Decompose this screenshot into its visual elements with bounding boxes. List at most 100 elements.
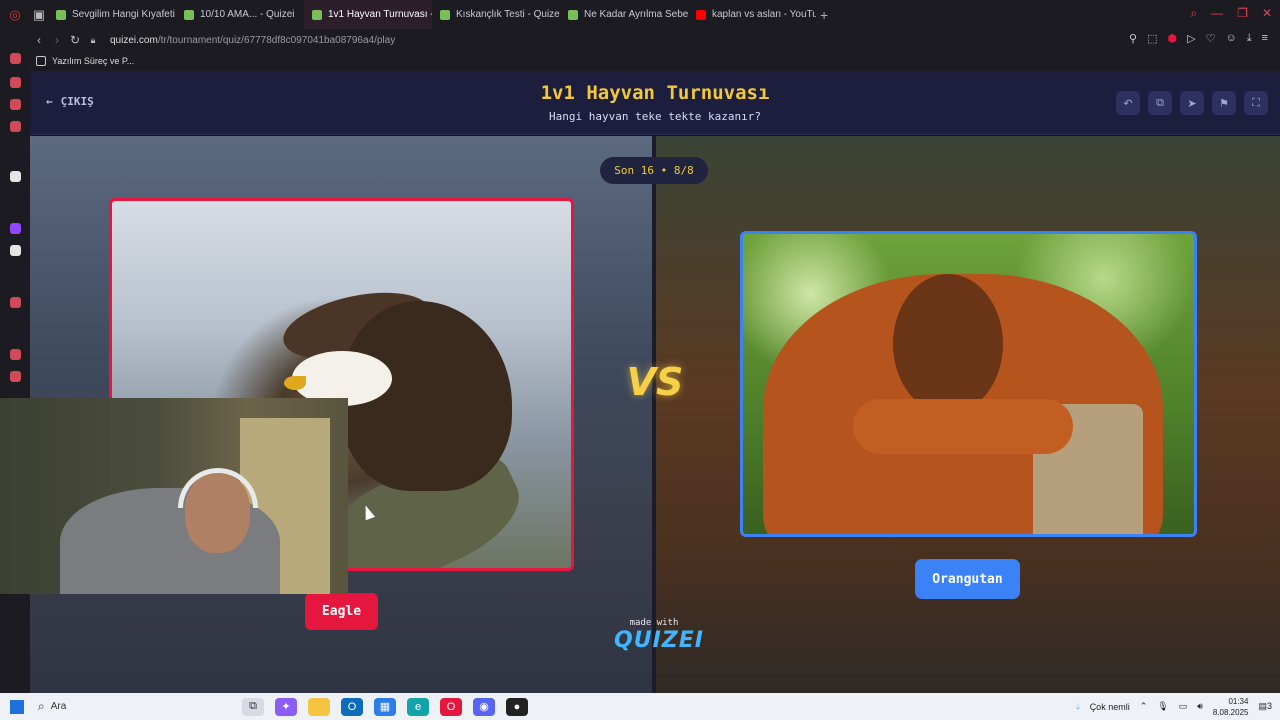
sidebar-clock-icon[interactable] — [10, 349, 21, 360]
bookmark-folder-icon — [36, 56, 46, 66]
reload-icon[interactable]: ↻ — [66, 33, 84, 47]
sidebar-aria-icon[interactable] — [10, 77, 21, 88]
tab-favicon-icon — [696, 9, 706, 20]
opera-menu-icon[interactable]: ◎ — [6, 6, 24, 24]
search-icon: ⌕ — [38, 699, 45, 713]
store-icon[interactable]: ▦ — [374, 697, 396, 716]
adblock-icon[interactable]: ⬢ — [1168, 32, 1178, 45]
tab-2-active[interactable]: 1v1 Hayvan Turnuvası - Q — [304, 0, 432, 29]
tab-0[interactable]: Sevgilim Hangi Kıyafeti D — [48, 0, 176, 29]
right-option-card[interactable] — [740, 231, 1197, 537]
app-icon[interactable]: ● — [506, 697, 528, 716]
close-icon[interactable]: ✕ — [1262, 6, 1272, 21]
browser-tab-bar: ◎ ▣ Sevgilim Hangi Kıyafeti D 10/10 AMA.… — [0, 0, 1280, 29]
tab-favicon-icon — [56, 9, 66, 20]
browser-toolbar: ⚲ ⬚ ⬢ ▷ ♡ ☺ ⤓ ≡ — [1129, 32, 1268, 45]
tab-3[interactable]: Kıskançlık Testi - Quizei — [432, 0, 560, 29]
search-tabs-icon[interactable]: ⌕ — [1190, 6, 1197, 21]
sidebar-player-icon[interactable] — [10, 297, 21, 308]
sidebar-extensions-icon[interactable] — [10, 371, 21, 382]
minimize-icon[interactable]: — — [1211, 6, 1223, 21]
new-tab-icon[interactable]: + — [820, 7, 828, 23]
quizei-logo: QUIZEI — [614, 628, 704, 653]
tab-4[interactable]: Ne Kadar Ayrılma Sebebi — [560, 0, 688, 29]
taskbar: ⌕ Ara ⧉ ✦ O ▦ e O ◉ ● 💧︎ Çok nemli ⌃ 🎙︎ … — [0, 693, 1280, 720]
search-placeholder: Ara — [50, 701, 67, 712]
profile-icon[interactable]: ☺ — [1225, 32, 1236, 45]
fullscreen-button[interactable]: ⛶ — [1244, 91, 1268, 115]
lock-icon: 🔒︎ — [90, 34, 96, 45]
bookmark-item[interactable]: Yazılım Süreç ve P... — [52, 56, 134, 66]
notifications-icon[interactable]: ▤3 — [1258, 701, 1272, 712]
copy-icon: ⧉ — [1156, 96, 1164, 109]
outlook-icon[interactable]: O — [341, 697, 363, 716]
weather-icon: 💧︎ — [1076, 701, 1080, 711]
window-controls: ⌕ — ❐ ✕ — [1190, 6, 1272, 21]
made-with-label: made with — [629, 618, 679, 628]
edge-icon[interactable]: e — [407, 697, 429, 716]
sidebar-messenger-icon[interactable] — [10, 99, 21, 110]
tab-label: Ne Kadar Ayrılma Sebebi — [584, 9, 688, 20]
orangutan-image-face — [893, 274, 1003, 414]
opera-icon[interactable]: O — [440, 697, 462, 716]
taskbar-search[interactable]: ⌕ Ara — [38, 699, 228, 714]
page-title: 1v1 Hayvan Turnuvası — [540, 82, 770, 104]
microphone-icon[interactable]: 🎙︎ — [1157, 701, 1168, 712]
choose-orangutan-button[interactable]: Orangutan — [915, 559, 1020, 599]
clock-time: 01:34 — [1228, 696, 1249, 706]
task-view-icon[interactable]: ⧉ — [242, 697, 264, 716]
pin-icon[interactable]: ⚲ — [1129, 32, 1137, 45]
vs-lightning-icon: VS — [626, 360, 684, 404]
download-icon[interactable]: ⤓ — [1247, 32, 1252, 45]
tab-favicon-icon — [312, 9, 322, 20]
eagle-image-beak — [284, 376, 306, 390]
sidebar-gmail-icon[interactable] — [10, 121, 21, 132]
made-with-badge[interactable]: made with QUIZEI — [614, 618, 704, 653]
discord-icon[interactable]: ◉ — [473, 697, 495, 716]
back-icon[interactable]: ‹ — [30, 33, 48, 47]
clock[interactable]: 01:34 8.08.2025 — [1213, 696, 1249, 718]
player-icon[interactable]: ▷ — [1187, 32, 1195, 45]
network-icon[interactable]: ▭ — [1179, 701, 1188, 712]
weather-label[interactable]: Çok nemli — [1090, 702, 1130, 712]
snapshot-icon[interactable]: ⬚ — [1147, 32, 1157, 45]
tab-favicon-icon — [184, 9, 194, 20]
webcam-overlay — [0, 398, 348, 594]
sidebar-twitch-icon[interactable] — [10, 223, 21, 234]
tab-label: 10/10 AMA... - Quizei — [200, 9, 295, 20]
heart-icon[interactable]: ♡ — [1206, 32, 1216, 45]
sidebar-history-icon[interactable] — [10, 53, 21, 64]
menu-icon[interactable]: ≡ — [1262, 32, 1268, 45]
tab-5[interactable]: kaplan vs aslan - YouTube — [688, 0, 816, 29]
report-button[interactable]: ⚑ — [1212, 91, 1236, 115]
notification-count: 3 — [1266, 701, 1272, 711]
undo-button[interactable]: ↶ — [1116, 91, 1140, 115]
sidebar-app-icon[interactable] — [10, 171, 21, 182]
copilot-icon[interactable]: ✦ — [275, 697, 297, 716]
chevron-up-icon[interactable]: ⌃ — [1140, 701, 1148, 712]
round-badge: Son 16 • 8/8 — [600, 157, 708, 184]
maximize-icon[interactable]: ❐ — [1237, 6, 1248, 21]
volume-icon[interactable]: 🔊︎ — [1197, 701, 1203, 712]
header-actions: ↶ ⧉ ➤ ⚑ ⛶ — [1116, 91, 1268, 115]
tab-1[interactable]: 10/10 AMA... - Quizei — [176, 0, 304, 29]
tab-label: Sevgilim Hangi Kıyafeti D — [72, 9, 176, 20]
tab-label: 1v1 Hayvan Turnuvası - Q — [328, 9, 432, 20]
sidebar-x-icon[interactable] — [10, 245, 21, 256]
url-host: quizei.com — [110, 34, 158, 46]
forward-icon[interactable]: › — [48, 33, 66, 47]
choose-eagle-button[interactable]: Eagle — [305, 593, 378, 630]
windows-start-icon[interactable] — [10, 699, 24, 714]
share-button[interactable]: ➤ — [1180, 91, 1204, 115]
undo-icon: ↶ — [1123, 97, 1133, 110]
file-explorer-icon[interactable] — [308, 697, 330, 716]
send-icon: ➤ — [1187, 97, 1197, 110]
url-field[interactable]: quizei.com/tr/tournament/quiz/67778df8c0… — [110, 35, 395, 46]
taskbar-apps: ⧉ ✦ O ▦ e O ◉ ● — [242, 697, 528, 716]
tab-overview-icon[interactable]: ▣ — [30, 6, 48, 24]
page-subtitle: Hangi hayvan teke tekte kazanır? — [549, 110, 761, 123]
url-path: /tr/tournament/quiz/67778df8c097041ba087… — [157, 34, 396, 46]
quiz-page: ← ÇIKIŞ 1v1 Hayvan Turnuvası Hangi hayva… — [30, 71, 1280, 693]
copy-button[interactable]: ⧉ — [1148, 91, 1172, 115]
tab-label: Kıskançlık Testi - Quizei — [456, 9, 560, 20]
